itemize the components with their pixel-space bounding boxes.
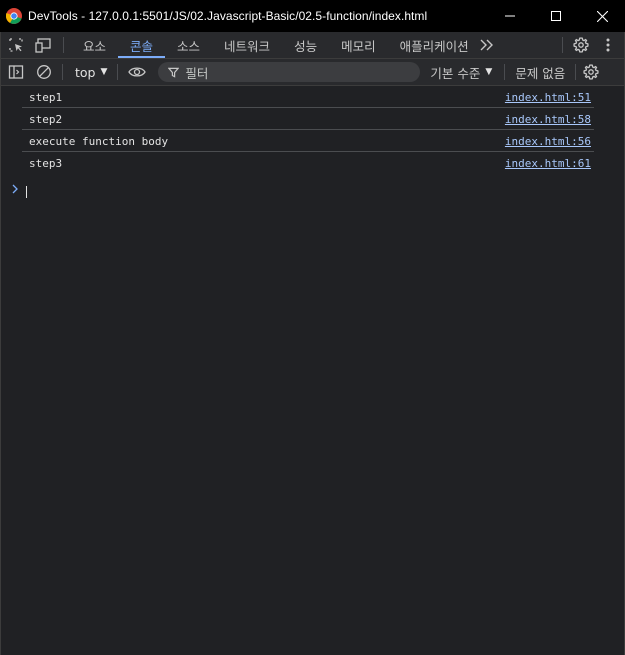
window-title: DevTools - 127.0.0.1:5501/JS/02.Javascri… <box>28 9 428 23</box>
kebab-menu-icon <box>606 38 610 52</box>
show-sidebar-button[interactable] <box>2 59 30 85</box>
more-options-button[interactable] <box>595 32 621 58</box>
filter-funnel-icon <box>168 67 180 78</box>
console-message-text: execute function body <box>29 135 169 148</box>
source-link[interactable]: index.html:51 <box>505 91 591 104</box>
console-message: step3 index.html:61 <box>22 152 594 174</box>
inspect-element-icon <box>9 38 23 52</box>
console-message: step2 index.html:58 <box>22 108 594 130</box>
tab-sources[interactable]: 소스 <box>165 32 212 58</box>
close-window-button[interactable] <box>579 0 625 32</box>
devtools-tab-bar: 요소 콘솔 소스 네트워크 성능 메모리 애플리케이션 <box>0 32 625 59</box>
chevron-double-right-icon <box>480 39 493 51</box>
maximize-button[interactable] <box>533 0 579 32</box>
device-toolbar-button[interactable] <box>32 32 56 58</box>
live-expression-button[interactable] <box>122 59 152 85</box>
more-tabs-button[interactable] <box>475 32 499 58</box>
issues-counter[interactable]: 문제 없음 <box>509 63 575 82</box>
inspect-element-button[interactable] <box>4 32 28 58</box>
caret-down-icon: ▼ <box>100 67 108 77</box>
console-toolbar: top ▼ 필터 기본 수준 ▼ 문제 없음 <box>0 59 625 86</box>
toolbar-divider <box>62 64 63 80</box>
source-link[interactable]: index.html:56 <box>505 135 591 148</box>
console-settings-button[interactable] <box>576 59 606 85</box>
sidebar-toggle-icon <box>8 65 24 79</box>
log-levels-label: 기본 수준 <box>430 65 481 81</box>
console-message-text: step1 <box>29 91 63 104</box>
source-link[interactable]: index.html:61 <box>505 157 591 170</box>
console-message: step1 index.html:51 <box>22 86 594 108</box>
chrome-logo-icon <box>6 8 22 24</box>
context-selector-label: top <box>75 64 96 80</box>
minimize-button[interactable] <box>487 0 533 32</box>
text-cursor <box>26 186 27 198</box>
close-icon <box>596 10 608 22</box>
filter-placeholder: 필터 <box>185 65 209 81</box>
context-selector[interactable]: top ▼ <box>67 59 113 85</box>
clear-console-button[interactable] <box>30 59 58 85</box>
log-levels-dropdown[interactable]: 기본 수준 ▼ <box>420 59 500 85</box>
settings-button[interactable] <box>567 32 595 58</box>
toolbar-divider <box>504 64 506 80</box>
clear-console-icon <box>37 65 51 79</box>
console-message-text: step2 <box>29 113 63 126</box>
toolbar-divider <box>117 64 119 80</box>
tab-console[interactable]: 콘솔 <box>118 32 166 58</box>
tab-elements[interactable]: 요소 <box>71 32 118 58</box>
filter-input[interactable]: 필터 <box>158 62 421 82</box>
minimize-icon <box>505 15 515 17</box>
toolbar-divider <box>63 37 64 53</box>
console-message: execute function body index.html:56 <box>22 130 594 152</box>
title-bar: DevTools - 127.0.0.1:5501/JS/02.Javascri… <box>0 0 625 32</box>
tab-memory[interactable]: 메모리 <box>329 32 388 58</box>
tab-performance[interactable]: 성능 <box>282 32 329 58</box>
tab-network[interactable]: 네트워크 <box>212 32 282 58</box>
console-prompt[interactable] <box>0 182 625 200</box>
console-messages: step1 index.html:51 step2 index.html:58 … <box>0 86 625 174</box>
maximize-icon <box>551 11 561 21</box>
console-message-text: step3 <box>29 157 63 170</box>
tab-application[interactable]: 애플리케이션 <box>388 32 481 58</box>
source-link[interactable]: index.html:58 <box>505 113 591 126</box>
device-toolbar-icon <box>35 38 51 53</box>
toolbar-divider <box>562 37 563 53</box>
gear-icon <box>583 64 599 80</box>
window-border <box>0 32 1 655</box>
chevron-right-icon <box>12 184 18 194</box>
eye-icon <box>128 67 147 77</box>
gear-icon <box>573 37 589 53</box>
caret-down-icon: ▼ <box>485 67 493 77</box>
